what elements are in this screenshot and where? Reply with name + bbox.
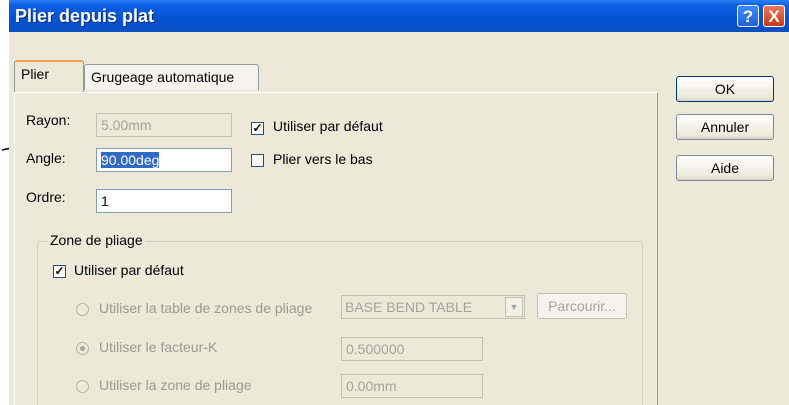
bend-table-select[interactable]: BASE BEND TABLE ▼	[341, 295, 525, 319]
angle-value: 90.00deg	[101, 152, 160, 168]
tab-grugeage-label: Grugeage automatique	[91, 69, 235, 85]
ordre-field[interactable]: 1	[96, 189, 232, 213]
title-bar: Plier depuis plat ? X	[9, 0, 789, 32]
bend-down-checkbox[interactable]	[251, 154, 264, 167]
radio-table-label: Utiliser la table de zones de pliage	[99, 300, 313, 316]
tab-grugeage[interactable]: Grugeage automatique	[84, 64, 259, 90]
ordre-label: Ordre:	[26, 189, 66, 205]
rayon-label: Rayon:	[26, 112, 71, 128]
k-factor-field[interactable]: 0.500000	[341, 337, 483, 361]
cancel-button[interactable]: Annuler	[676, 114, 774, 140]
chevron-down-icon: ▼	[505, 297, 523, 317]
rayon-field[interactable]: 5.00mm	[96, 113, 232, 137]
dialog-window: Plier depuis plat ? X Plier Grugeage aut…	[9, 0, 789, 405]
bend-zone-field[interactable]: 0.00mm	[341, 374, 483, 398]
zone-group-title: Zone de pliage	[47, 232, 146, 248]
use-default-label: Utiliser par défaut	[273, 118, 383, 134]
bend-table-value: BASE BEND TABLE	[345, 299, 473, 315]
radio-k-factor-label: Utiliser le facteur-K	[99, 339, 218, 355]
tab-plier[interactable]: Plier	[14, 60, 84, 92]
use-default-checkbox[interactable]: ✓	[251, 122, 264, 135]
dialog-title: Plier depuis plat	[15, 6, 155, 26]
help-title-button[interactable]: ?	[737, 5, 759, 27]
tab-plier-label: Plier	[21, 66, 50, 82]
radio-k-factor[interactable]	[76, 342, 89, 355]
help-button[interactable]: Aide	[676, 155, 774, 181]
zone-use-default-label: Utiliser par défaut	[74, 262, 184, 278]
angle-label: Angle:	[26, 150, 66, 166]
ok-button[interactable]: OK	[676, 76, 774, 102]
radio-bend-zone-label: Utiliser la zone de pliage	[99, 377, 252, 393]
angle-field[interactable]: 90.00deg	[96, 148, 232, 172]
close-button[interactable]: X	[763, 5, 785, 27]
radio-table[interactable]	[76, 303, 89, 316]
browse-button[interactable]: Parcourir...	[537, 293, 627, 319]
radio-bend-zone[interactable]	[76, 380, 89, 393]
bend-down-label: Plier vers le bas	[273, 151, 373, 167]
zone-use-default-checkbox[interactable]: ✓	[53, 265, 66, 278]
